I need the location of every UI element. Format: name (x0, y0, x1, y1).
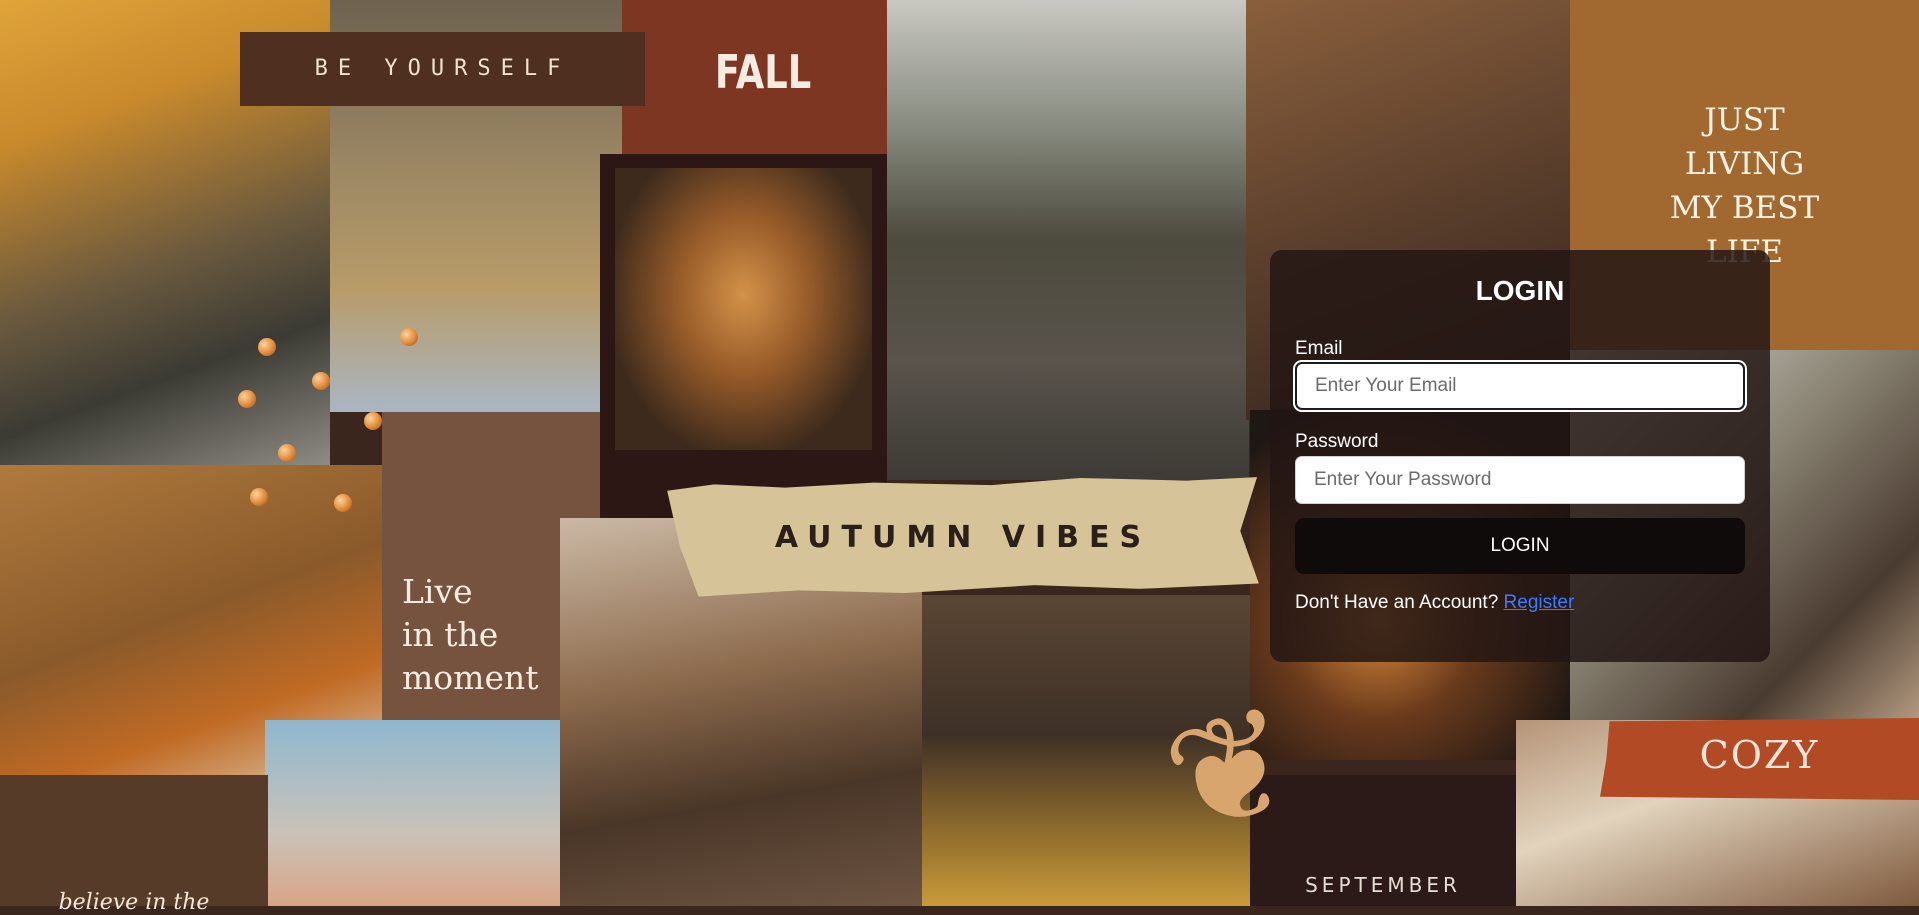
just-living-line: JUST (1704, 102, 1785, 138)
register-link[interactable]: Register (1504, 592, 1575, 613)
password-label: Password (1295, 431, 1379, 452)
live-in-the-moment-text: Live in the moment (402, 570, 539, 699)
login-button[interactable]: LOGIN (1295, 518, 1745, 574)
no-account-text: Don't Have an Account? (1295, 592, 1499, 613)
password-field[interactable] (1295, 456, 1745, 504)
decor-dot (364, 412, 382, 430)
decor-dot (250, 488, 268, 506)
decor-dot (238, 390, 256, 408)
decor-dot (278, 444, 296, 462)
decor-dot (334, 494, 352, 512)
believe-text: believe in the (58, 890, 210, 915)
cozy-text: COZY (1699, 733, 1820, 777)
live-line: Live (402, 572, 473, 611)
just-living-line: LIVING (1684, 146, 1805, 182)
email-label: Email (1295, 338, 1343, 359)
be-yourself-text: BE YOURSELF (314, 56, 571, 81)
decor-dot (258, 338, 276, 356)
email-field[interactable] (1295, 362, 1745, 410)
just-living-text: JUST LIVING MY BEST LIFE (1570, 98, 1919, 274)
decor-dot (400, 328, 418, 346)
just-living-line: MY BEST (1669, 190, 1820, 226)
live-line: moment (402, 658, 539, 697)
september-text: SEPTEMBER (1305, 873, 1461, 897)
decor-dot (312, 372, 330, 390)
believe-tile (0, 775, 268, 906)
mountain-sky-photo (265, 720, 560, 906)
login-title: LOGIN (1475, 275, 1565, 306)
fall-text: FALL (714, 45, 812, 99)
login-panel: LOGIN Email Password LOGIN Don't Have an… (1270, 250, 1770, 662)
fern-leaf-photo (615, 168, 872, 450)
live-line: in the (402, 615, 499, 654)
register-row: Don't Have an Account? Register (1295, 592, 1574, 614)
misty-road-photo (887, 0, 1249, 480)
autumn-vibes-text: AUTUMN VIBES (774, 520, 1152, 555)
